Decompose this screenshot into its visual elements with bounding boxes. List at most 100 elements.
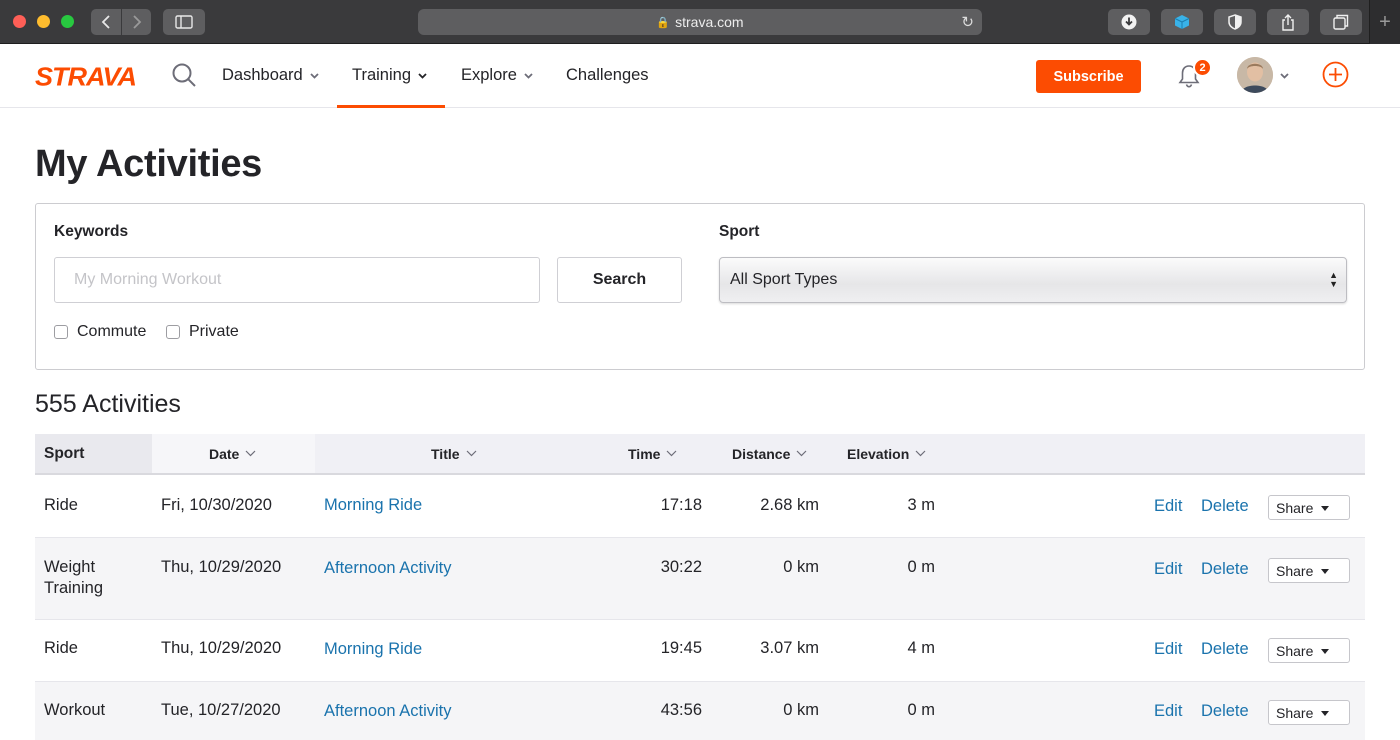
caret-down-icon	[1321, 569, 1329, 574]
zoom-window-button[interactable]	[61, 15, 74, 28]
close-window-button[interactable]	[13, 15, 26, 28]
row-title-link[interactable]: Afternoon Activity	[324, 558, 451, 579]
delete-link[interactable]: Delete	[1201, 497, 1249, 516]
row-title-link[interactable]: Morning Ride	[324, 495, 422, 516]
active-nav-indicator	[337, 105, 445, 108]
sort-chevron-icon	[796, 450, 807, 457]
commute-filter[interactable]: Commute	[54, 323, 146, 341]
private-filter[interactable]: Private	[166, 323, 239, 341]
column-header-sport: Sport	[35, 434, 152, 473]
chevron-left-icon	[101, 15, 110, 29]
row-distance: 2.68 km	[760, 496, 819, 514]
extension-button[interactable]	[1161, 9, 1203, 35]
caret-down-icon	[1321, 649, 1329, 654]
edit-link[interactable]: Edit	[1154, 497, 1182, 516]
share-dropdown-button[interactable]: Share	[1268, 638, 1350, 663]
row-sport: Weight Training	[44, 558, 103, 597]
select-arrows-icon: ▲ ▼	[1329, 270, 1338, 289]
row-title-link[interactable]: Morning Ride	[324, 639, 422, 660]
table-row: Workout Tue, 10/27/2020 Afternoon Activi…	[35, 682, 1365, 740]
row-time: 30:22	[660, 558, 702, 576]
strava-logo[interactable]: STRAVA	[35, 63, 137, 92]
browser-toolbar: 🔒 strava.com ↻ +	[0, 0, 1400, 44]
nav-challenges[interactable]: Challenges	[566, 66, 649, 85]
column-header-time[interactable]: Time	[628, 434, 677, 473]
url-text: strava.com	[675, 14, 744, 30]
delete-link[interactable]: Delete	[1201, 640, 1249, 659]
share-page-button[interactable]	[1267, 9, 1309, 35]
delete-link[interactable]: Delete	[1201, 702, 1249, 721]
column-header-date[interactable]: Date	[209, 434, 256, 473]
nav-training-label: Training	[352, 66, 411, 84]
minimize-window-button[interactable]	[37, 15, 50, 28]
edit-link[interactable]: Edit	[1154, 702, 1182, 721]
row-title-link[interactable]: Afternoon Activity	[324, 701, 451, 722]
chevron-right-icon	[132, 15, 141, 29]
address-bar[interactable]: 🔒 strava.com ↻	[418, 9, 982, 35]
row-date: Thu, 10/29/2020	[161, 639, 282, 657]
subscribe-button[interactable]: Subscribe	[1036, 60, 1141, 93]
column-header-elevation-label: Elevation	[847, 445, 910, 462]
share-dropdown-button[interactable]: Share	[1268, 495, 1350, 520]
edit-link[interactable]: Edit	[1154, 640, 1182, 659]
row-date: Fri, 10/30/2020	[161, 496, 272, 514]
notification-count-badge: 2	[1193, 58, 1212, 77]
row-elevation: 0 m	[907, 558, 935, 576]
keywords-input[interactable]	[54, 257, 540, 303]
sort-chevron-icon	[667, 450, 677, 457]
activity-count: 555 Activities	[35, 390, 181, 418]
column-header-distance[interactable]: Distance	[732, 434, 807, 473]
keywords-label: Keywords	[54, 223, 129, 240]
delete-link[interactable]: Delete	[1201, 560, 1249, 579]
column-header-elevation[interactable]: Elevation	[847, 434, 926, 473]
edit-link[interactable]: Edit	[1154, 560, 1182, 579]
search-icon[interactable]	[171, 62, 197, 88]
sort-chevron-icon	[245, 450, 256, 457]
sport-type-select[interactable]: All Sport Types ▲ ▼	[719, 257, 1347, 303]
private-checkbox[interactable]	[166, 325, 180, 339]
chevron-down-icon[interactable]	[1280, 73, 1289, 79]
nav-dashboard[interactable]: Dashboard	[222, 66, 319, 85]
nav-dashboard-label: Dashboard	[222, 66, 303, 84]
sport-type-selected-value: All Sport Types	[730, 271, 838, 288]
back-button[interactable]	[91, 9, 121, 35]
sort-chevron-icon	[466, 450, 476, 457]
site-header: STRAVA Dashboard Training Explore Challe…	[0, 44, 1400, 108]
row-time: 17:18	[660, 496, 702, 514]
table-row: Ride Fri, 10/30/2020 Morning Ride 17:18 …	[35, 475, 1365, 538]
share-icon	[1282, 13, 1294, 31]
column-header-distance-label: Distance	[732, 445, 791, 462]
privacy-button[interactable]	[1214, 9, 1256, 35]
table-row: Weight Training Thu, 10/29/2020 Afternoo…	[35, 538, 1365, 620]
share-dropdown-button[interactable]: Share	[1268, 700, 1350, 725]
search-button[interactable]: Search	[557, 257, 682, 303]
reload-icon[interactable]: ↻	[961, 13, 974, 31]
forward-button[interactable]	[122, 9, 151, 35]
share-dropdown-button[interactable]: Share	[1268, 558, 1350, 583]
chevron-down-icon	[310, 72, 319, 79]
downloads-button[interactable]	[1108, 9, 1150, 35]
new-tab-button[interactable]: +	[1369, 0, 1400, 44]
column-header-title[interactable]: Title	[431, 434, 477, 473]
user-photo	[1237, 57, 1273, 93]
commute-checkbox[interactable]	[54, 325, 68, 339]
tabs-overview-button[interactable]	[1320, 9, 1362, 35]
cube-extension-icon	[1174, 15, 1190, 29]
nav-training[interactable]: Training	[352, 66, 427, 85]
lock-icon: 🔒	[656, 16, 671, 29]
avatar[interactable]	[1237, 57, 1273, 93]
activity-filters-panel: Keywords Search Sport All Sport Types ▲▼…	[35, 203, 1365, 370]
sidebar-toggle-button[interactable]	[163, 9, 205, 35]
row-sport: Ride	[44, 639, 78, 657]
sport-label: Sport	[719, 223, 760, 240]
commute-label: Commute	[77, 323, 147, 340]
column-header-title-label: Title	[431, 445, 460, 462]
row-time: 19:45	[660, 639, 702, 657]
row-sport: Workout	[44, 701, 106, 719]
add-activity-plus-icon[interactable]	[1322, 61, 1349, 88]
nav-explore[interactable]: Explore	[461, 66, 533, 85]
row-time: 43:56	[660, 701, 702, 719]
sidebar-icon	[175, 15, 193, 29]
page-title: My Activities	[35, 143, 262, 185]
sort-chevron-icon	[915, 450, 926, 457]
